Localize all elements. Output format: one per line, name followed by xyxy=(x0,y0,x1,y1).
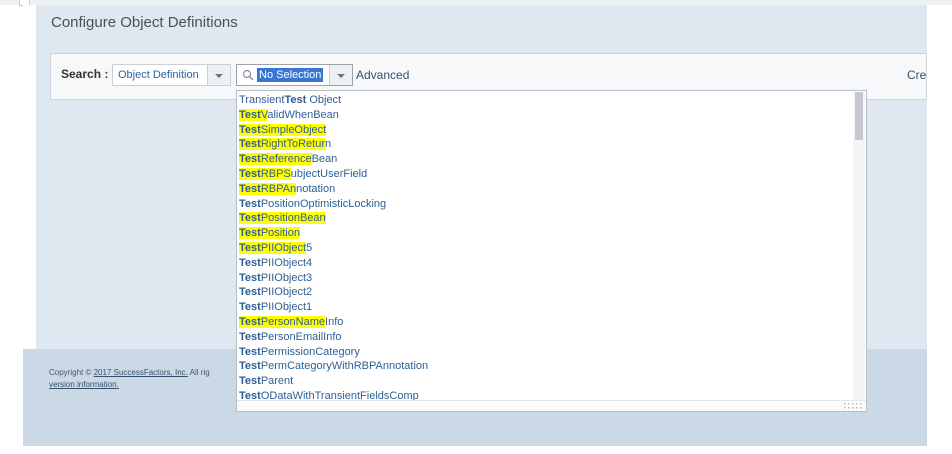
option-rest: 5 xyxy=(306,241,313,254)
option-match: Test xyxy=(239,360,261,373)
combo-selected-text[interactable]: No Selection xyxy=(257,68,324,82)
option-rest: PIIObject2 xyxy=(260,286,313,299)
option-highlight: RBPAn xyxy=(260,182,297,195)
panel-left-gutter xyxy=(23,5,36,349)
option-highlight: RBPS xyxy=(260,167,291,180)
option-match: Test xyxy=(239,301,261,314)
copyright-link[interactable]: 2017 SuccessFactors, Inc. xyxy=(94,368,188,377)
dropdown-option[interactable]: TestPermissionCategory xyxy=(239,345,851,360)
chevron-down-icon[interactable] xyxy=(329,65,352,85)
dropdown-option[interactable]: TestRightToReturn xyxy=(239,137,851,152)
chevron-down-icon[interactable] xyxy=(207,65,230,85)
resize-grip-icon[interactable] xyxy=(843,402,863,410)
option-match: Test xyxy=(239,227,261,240)
page-title: Configure Object Definitions xyxy=(51,14,238,31)
option-match: Test xyxy=(239,138,261,151)
version-info-link[interactable]: version information. xyxy=(49,380,119,389)
option-highlight: SimpleObject xyxy=(260,123,327,136)
option-match: Test xyxy=(239,271,261,284)
option-rest: Bean xyxy=(311,153,338,166)
dropdown-option[interactable]: TestPIIObject3 xyxy=(239,271,851,286)
option-match: Test xyxy=(239,315,261,328)
dropdown-option[interactable]: TestPositionOptimisticLocking xyxy=(239,197,851,212)
option-match: Test xyxy=(239,241,261,254)
option-match: Test xyxy=(239,153,261,166)
option-match: Test xyxy=(239,256,261,269)
option-match: Test xyxy=(239,197,261,210)
dropdown-option[interactable]: TestPIIObject1 xyxy=(239,300,851,315)
object-dropdown[interactable]: TransientTest Object TestValidWhenBean Tes… xyxy=(236,90,867,412)
dropdown-option[interactable]: TestPositionBean xyxy=(239,211,851,226)
copyright-text: Copyright © 2017 SuccessFactors, Inc. Al… xyxy=(49,366,210,379)
copyright-suffix: All rig xyxy=(189,368,210,377)
option-rest: notation xyxy=(296,182,336,195)
dropdown-option[interactable]: TestPIIObject2 xyxy=(239,285,851,300)
dropdown-footer xyxy=(237,400,866,411)
option-rest: Info xyxy=(325,315,344,328)
option-rest: PersonEmailInfo xyxy=(260,330,342,343)
option-highlight: PIIObject xyxy=(260,241,307,254)
option-match: Test xyxy=(239,123,261,136)
dropdown-option[interactable]: TestPIIObject5 xyxy=(239,241,851,256)
dropdown-option[interactable]: TestParent xyxy=(239,374,851,389)
option-match: Test xyxy=(284,94,307,106)
search-label: Search : xyxy=(61,67,109,81)
dropdown-option[interactable]: TestPersonEmailInfo xyxy=(239,330,851,345)
option-match: Test xyxy=(239,212,261,225)
dropdown-option[interactable]: TestValidWhenBean xyxy=(239,108,851,123)
option-prefix: Transient xyxy=(239,94,285,106)
dropdown-option[interactable]: TestRBPSubjectUserField xyxy=(239,167,851,182)
dropdown-option[interactable]: TestSimpleObject xyxy=(239,123,851,138)
dropdown-option[interactable]: TestRBPAnnotation xyxy=(239,182,851,197)
option-match: Test xyxy=(239,108,261,121)
option-highlight: Reference xyxy=(260,153,312,166)
option-rest: ubjectUserField xyxy=(290,167,368,180)
option-highlight: RightToRetur xyxy=(260,138,326,151)
option-highlight: PositionBean xyxy=(260,212,326,225)
option-rest: alidWhenBean xyxy=(267,108,339,121)
advanced-link[interactable]: Advanced xyxy=(356,68,409,82)
dropdown-option[interactable]: TestPermCategoryWithRBPAnnotation xyxy=(239,359,851,374)
dropdown-option[interactable]: TestPersonNameInfo xyxy=(239,315,851,330)
create-link[interactable]: Cre xyxy=(907,68,926,82)
copyright-prefix: Copyright © xyxy=(49,368,92,377)
option-rest: PIIObject1 xyxy=(260,301,313,314)
option-match: Test xyxy=(239,182,261,195)
option-rest: PIIObject3 xyxy=(260,271,313,284)
option-match: Test xyxy=(239,330,261,343)
option-highlight: Position xyxy=(260,227,300,240)
dropdown-option[interactable]: TransientTest Object xyxy=(239,93,851,108)
option-match: Test xyxy=(239,167,261,180)
search-icon xyxy=(242,69,254,81)
dropdown-list: TransientTest Object TestValidWhenBean Tes… xyxy=(239,93,851,404)
option-match: Test xyxy=(239,286,261,299)
option-rest: Object xyxy=(306,94,342,106)
option-highlight: PersonName xyxy=(260,315,326,328)
dropdown-option[interactable]: TestPosition xyxy=(239,226,851,241)
option-rest: PIIObject4 xyxy=(260,256,313,269)
option-rest: PermCategoryWithRBPAnnotation xyxy=(260,360,429,373)
dropdown-option[interactable]: TestPIIObject4 xyxy=(239,256,851,271)
option-rest: Parent xyxy=(260,375,294,388)
option-rest: PermissionCategory xyxy=(260,345,360,358)
option-rest: n xyxy=(325,138,332,151)
option-match: Test xyxy=(239,375,261,388)
dropdown-option[interactable]: TestReferenceBean xyxy=(239,152,851,167)
scroll-thumb[interactable] xyxy=(855,92,863,140)
object-search-combo[interactable]: No Selection xyxy=(236,64,353,86)
option-rest: PositionOptimisticLocking xyxy=(260,197,387,210)
option-match: Test xyxy=(239,345,261,358)
object-type-select[interactable]: Object Definition xyxy=(112,64,231,86)
dropdown-scrollbar[interactable] xyxy=(853,92,865,400)
object-type-value: Object Definition xyxy=(118,69,199,81)
